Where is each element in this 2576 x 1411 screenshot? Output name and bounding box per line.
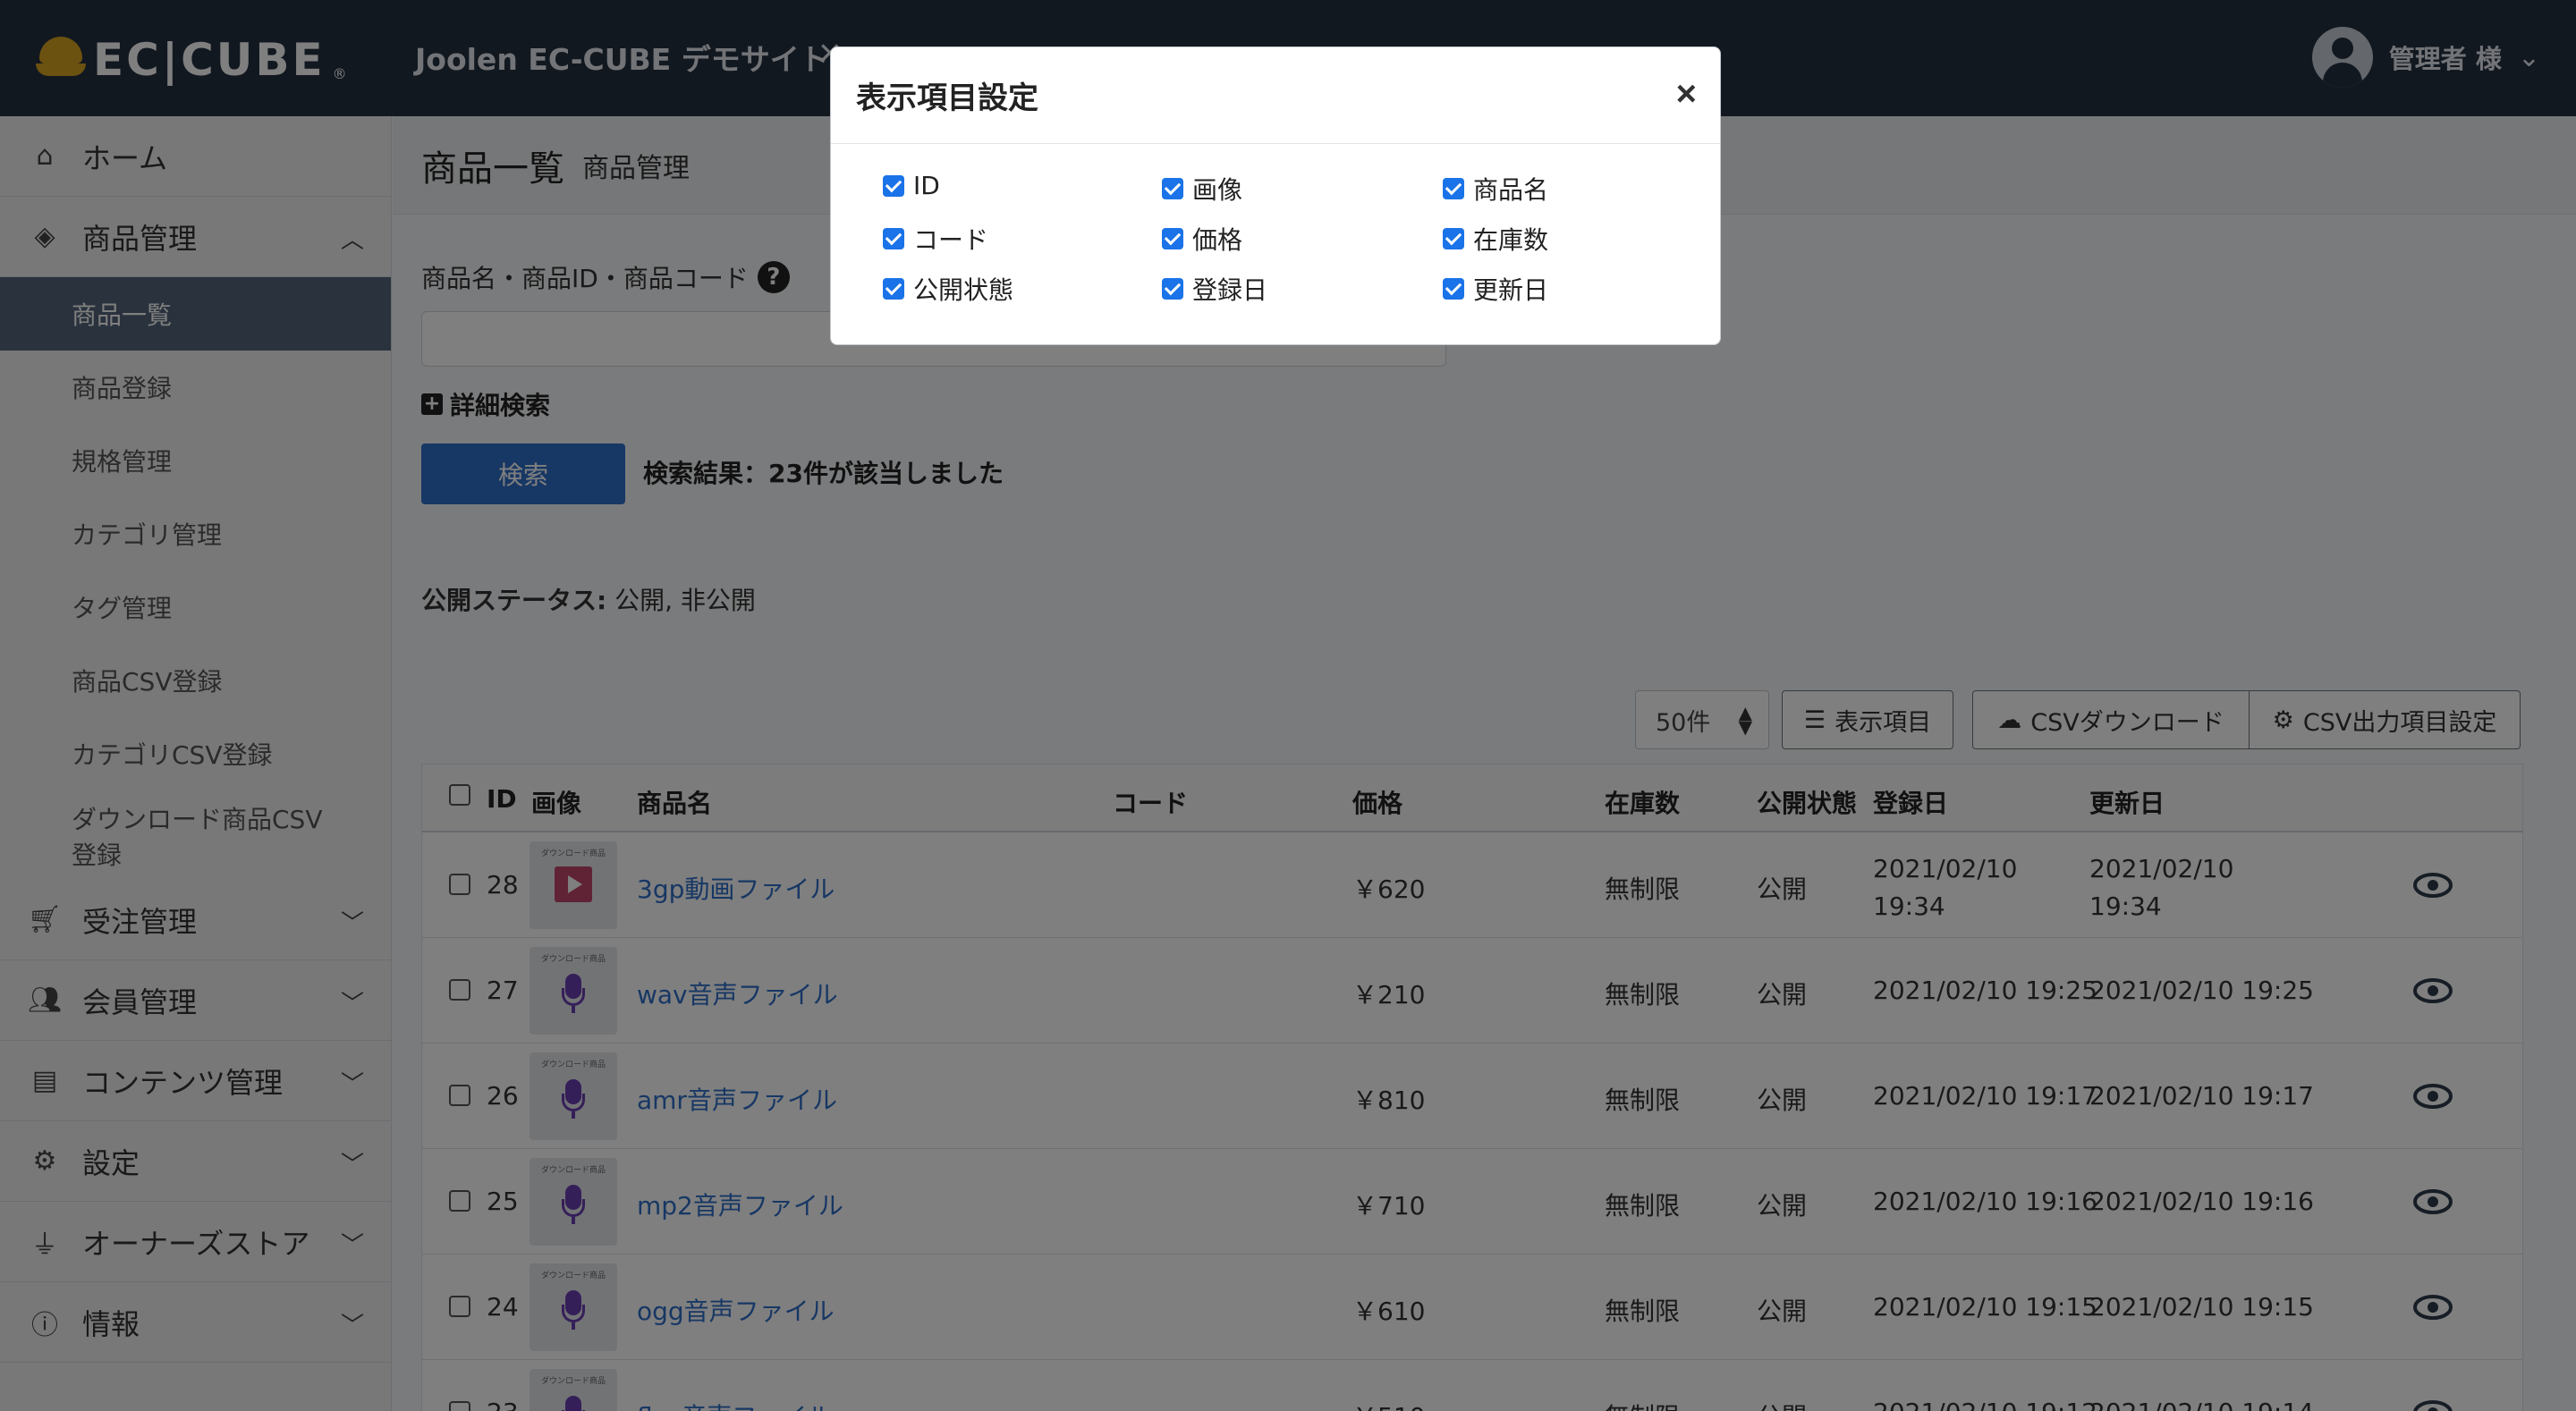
option-label: ID [913,171,940,200]
option-label: 登録日 [1192,275,1268,305]
checkbox-checked[interactable] [1443,178,1464,199]
option-label: コード [913,225,989,255]
option-status[interactable]: 公開状態 [883,271,1013,307]
checkbox-checked[interactable] [1162,228,1183,249]
checkbox-checked[interactable] [883,278,904,300]
checkbox-checked[interactable] [1443,278,1464,300]
checkbox-checked[interactable] [1162,278,1183,300]
checkbox-checked[interactable] [1162,178,1183,199]
option-label: 価格 [1192,225,1243,255]
option-created[interactable]: 登録日 [1162,271,1267,307]
modal-title: 表示項目設定 [856,80,1038,116]
option-code[interactable]: コード [883,221,988,257]
checkbox-checked[interactable] [883,228,904,249]
option-label: 在庫数 [1473,225,1549,255]
modal-header: 表示項目設定 × [831,47,1720,144]
option-updated[interactable]: 更新日 [1443,271,1548,307]
close-button[interactable]: × [1676,76,1697,112]
option-label: 商品名 [1473,175,1549,205]
checkbox-checked[interactable] [1443,228,1464,249]
display-items-modal: 表示項目設定 × ID 画像 商品名 コード 価格 在庫数 公開状態 登録日 更… [830,46,1721,345]
option-id[interactable]: ID [883,171,940,200]
option-name[interactable]: 商品名 [1443,171,1548,207]
option-label: 公開状態 [913,275,1014,305]
option-label: 画像 [1192,175,1243,205]
option-price[interactable]: 価格 [1162,221,1242,257]
option-label: 更新日 [1473,275,1549,305]
checkbox-checked[interactable] [883,174,904,197]
option-image[interactable]: 画像 [1162,171,1242,207]
option-stock[interactable]: 在庫数 [1443,221,1548,257]
